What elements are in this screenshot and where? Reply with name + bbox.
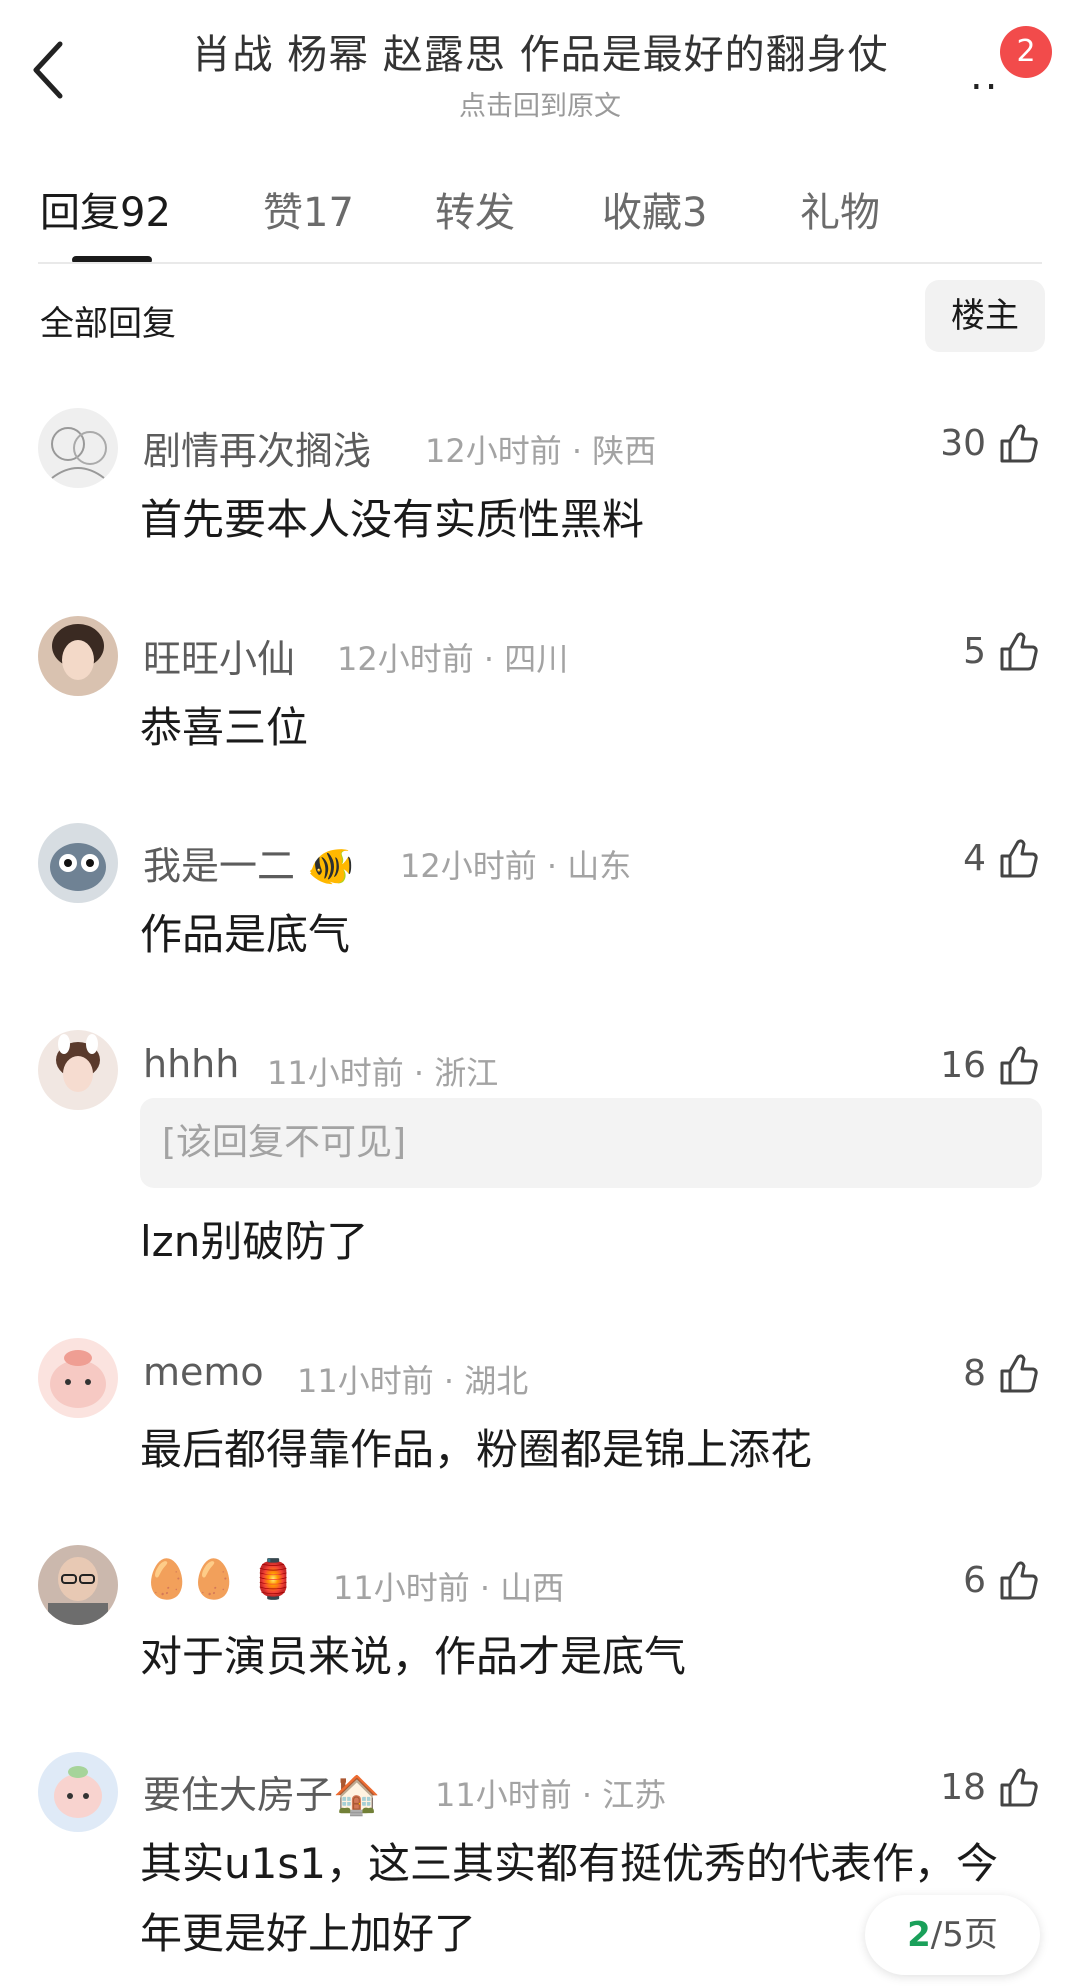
comment-time: 11小时前 [267, 1054, 404, 1092]
comment-meta: 11小时前 · 江苏 [435, 1776, 667, 1814]
comment-region: 陕西 [592, 432, 657, 470]
like-count: 8 [963, 1352, 986, 1394]
all-replies-label: 全部回复 [40, 304, 176, 344]
comment-text: 对于演员来说，作品才是底气 [140, 1632, 687, 1681]
more-dots-icon: .. [970, 53, 1000, 99]
tab-replies[interactable]: 回复92 [40, 180, 171, 238]
comment-text: 作品是底气 [140, 910, 351, 959]
avatar[interactable] [38, 1338, 118, 1418]
comment-region: 山西 [500, 1569, 565, 1607]
tab-bar: 回复92 赞17 转发 收藏3 礼物 [0, 170, 1080, 265]
comment-text: lzn别破防了 [140, 1217, 369, 1266]
comment-text-line2: 年更是好上加好了 [140, 1909, 477, 1958]
avatar[interactable] [38, 616, 118, 696]
hidden-quoted-reply[interactable]: [该回复不可见] [140, 1098, 1042, 1188]
like-count: 30 [940, 422, 986, 464]
username[interactable]: 我是一二 🐠 [143, 835, 354, 890]
comment-meta: 12小时前 · 陕西 [425, 432, 657, 470]
comment-time: 12小时前 [425, 432, 562, 470]
comment-meta: 11小时前 · 浙江 [267, 1054, 499, 1092]
avatar[interactable] [38, 823, 118, 903]
comment-time: 11小时前 [297, 1362, 434, 1400]
username[interactable]: 要住大房子🏠 [143, 1764, 380, 1819]
like-button[interactable]: 4 [963, 833, 1040, 883]
fish-emoji-icon: 🐠 [307, 844, 355, 888]
back-button[interactable] [30, 38, 80, 108]
comment-region: 湖北 [464, 1362, 529, 1400]
page-title[interactable]: 肖战 杨幂 赵露思 作品是最好的翻身仗 [120, 22, 960, 80]
comment-region: 山东 [567, 847, 632, 885]
like-button[interactable]: 5 [963, 626, 1040, 676]
like-button[interactable]: 6 [963, 1555, 1040, 1605]
thumbs-up-icon [1000, 839, 1038, 878]
like-count: 16 [940, 1044, 986, 1086]
avatar[interactable] [38, 1545, 118, 1625]
like-button[interactable]: 16 [940, 1040, 1040, 1090]
thumbs-up-icon [1000, 1046, 1038, 1085]
username[interactable]: 🥚🥚 🏮 [143, 1557, 297, 1602]
comment-time: 11小时前 [435, 1776, 572, 1814]
like-count: 4 [963, 837, 986, 879]
like-button[interactable]: 30 [940, 418, 1040, 468]
username[interactable]: memo [143, 1350, 264, 1394]
thumbs-up-icon [1000, 1768, 1038, 1807]
comment-text: 其实u1s1，这三其实都有挺优秀的代表作，今 [140, 1839, 998, 1888]
username[interactable]: hhhh [143, 1042, 239, 1086]
back-to-original-link[interactable]: 点击回到原文 [120, 84, 960, 123]
avatar[interactable] [38, 1030, 118, 1110]
comment-region: 四川 [504, 640, 569, 678]
tab-likes[interactable]: 赞17 [263, 180, 354, 238]
username-text: 我是一二 [143, 844, 296, 888]
username[interactable]: 旺旺小仙 [143, 628, 295, 683]
avatar[interactable] [38, 408, 118, 488]
comment-meta: 12小时前 · 山东 [400, 847, 632, 885]
total-pages: /5页 [930, 1915, 998, 1955]
comment-meta: 12小时前 · 四川 [337, 640, 569, 678]
tab-reposts[interactable]: 转发 [435, 180, 515, 238]
chevron-left-icon [33, 41, 63, 99]
thumbs-up-icon [1000, 1561, 1038, 1600]
comment-time: 11小时前 [333, 1569, 470, 1607]
tab-favorites[interactable]: 收藏3 [602, 180, 707, 238]
like-count: 6 [963, 1559, 986, 1601]
comment-region: 浙江 [434, 1054, 499, 1092]
page-indicator[interactable]: 2/5页 [865, 1895, 1040, 1975]
thumbs-up-icon [1000, 424, 1038, 463]
comment-text: 恭喜三位 [140, 703, 309, 752]
comment-text: 最后都得靠作品，粉圈都是锦上添花 [140, 1425, 813, 1474]
comment-text: 首先要本人没有实质性黑料 [140, 495, 645, 544]
username[interactable]: 剧情再次搁浅 [143, 420, 371, 475]
like-count: 5 [963, 630, 986, 672]
like-button[interactable]: 8 [963, 1348, 1040, 1398]
tab-gifts[interactable]: 礼物 [800, 180, 880, 238]
like-count: 18 [940, 1766, 986, 1808]
notification-badge: 2 [1000, 26, 1052, 78]
op-only-button[interactable]: 楼主 [925, 280, 1045, 352]
comment-meta: 11小时前 · 山西 [333, 1569, 565, 1607]
comment-time: 12小时前 [337, 640, 474, 678]
thumbs-up-icon [1000, 632, 1038, 671]
like-button[interactable]: 18 [940, 1762, 1040, 1812]
comment-meta: 11小时前 · 湖北 [297, 1362, 529, 1400]
current-page: 2 [907, 1915, 931, 1955]
divider [38, 262, 1042, 264]
top-bar: 肖战 杨幂 赵露思 作品是最好的翻身仗 点击回到原文 .. 2 [0, 0, 1080, 140]
avatar[interactable] [38, 1752, 118, 1832]
thumbs-up-icon [1000, 1354, 1038, 1393]
comment-region: 江苏 [602, 1776, 667, 1814]
comment-time: 12小时前 [400, 847, 537, 885]
